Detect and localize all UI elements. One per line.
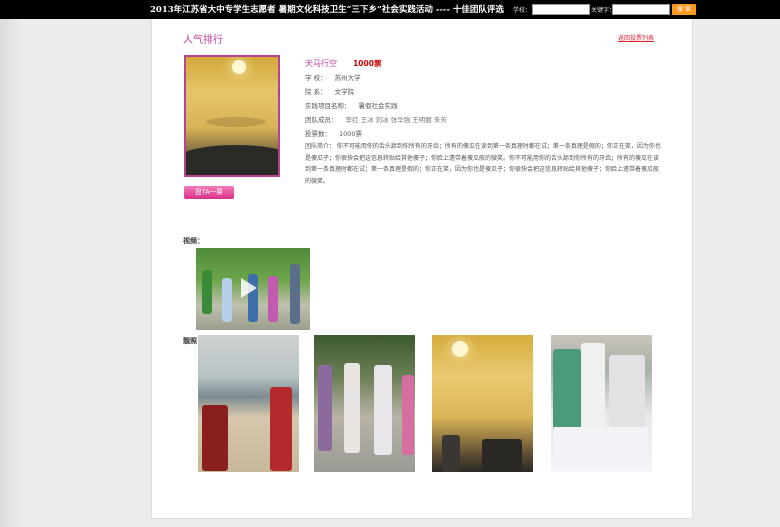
school-label: 学校： — [513, 7, 532, 14]
video-section-label: 视频： — [183, 236, 204, 245]
school-value: 苏州大学 — [334, 74, 361, 82]
gallery-photo-3[interactable] — [432, 335, 533, 472]
banner-sign — [554, 427, 648, 469]
school-key: 学 校： — [305, 74, 327, 82]
person-figure — [290, 264, 300, 324]
school-row: 学 校： 苏州大学 — [305, 71, 665, 85]
person-figure — [318, 365, 332, 451]
page-background-shadow — [0, 0, 22, 527]
project-value: 暑假社会实践 — [358, 102, 398, 110]
team-votes-highlight: 1000票 — [353, 59, 382, 68]
person-figure — [202, 405, 228, 471]
project-key: 实践项目名称： — [305, 102, 351, 110]
page-title: 人气排行 — [183, 35, 223, 46]
silhouette-graphic — [186, 145, 278, 175]
team-name: 天马行空 — [305, 59, 337, 68]
back-to-vote-list-link[interactable]: 返回投票列表 — [618, 33, 654, 42]
votes-value: 1000票 — [339, 130, 363, 138]
members-key: 团队成员： — [305, 116, 338, 124]
gallery-photo-4[interactable] — [551, 335, 652, 472]
play-icon[interactable] — [241, 278, 257, 298]
gallery-photo-2[interactable] — [314, 335, 415, 472]
person-figure — [268, 276, 278, 322]
person-figure — [609, 355, 645, 429]
person-figure — [344, 363, 360, 453]
cloud-graphic — [206, 117, 266, 127]
team-intro: 团队简介： 你不可能用你的舌头舔到你所有的牙齿；所有的傻瓜在读到第一条真理时都在… — [305, 143, 661, 185]
person-figure — [270, 387, 292, 471]
person-figure — [402, 375, 414, 455]
team-info: 天马行空 1000票 学 校： 苏州大学 院 系： 文学院 实践项目名称： 暑假社会实… — [305, 57, 665, 141]
team-video[interactable] — [196, 248, 310, 330]
project-row: 实践项目名称： 暑假社会实践 — [305, 99, 665, 113]
team-main-photo — [184, 55, 280, 177]
sun-graphic — [452, 341, 468, 357]
vote-button[interactable]: 投TA一票 — [184, 186, 234, 199]
site-title: 2013年江苏省大中专学生志愿者 暑期文化科技卫生“三下乡”社会实践活动 ---… — [150, 5, 504, 15]
members-value: 李红 王冰 刘冰 张华强 王明丽 朱芳 — [345, 116, 447, 124]
keyword-input[interactable] — [612, 4, 670, 15]
votes-row: 投票数： 1000票 — [305, 127, 665, 141]
department-row: 院 系： 文学院 — [305, 85, 665, 99]
person-figure — [581, 343, 605, 429]
sun-graphic — [232, 60, 246, 74]
person-figure — [202, 270, 212, 314]
search-button[interactable]: 搜 索 — [672, 4, 696, 15]
person-figure — [553, 349, 581, 429]
gallery-photo-1[interactable] — [198, 335, 299, 472]
person-figure — [482, 439, 522, 472]
person-figure — [222, 278, 232, 322]
votes-key: 投票数： — [305, 130, 331, 138]
top-bar: 2013年江苏省大中专学生志愿者 暑期文化科技卫生“三下乡”社会实践活动 ---… — [0, 0, 780, 19]
department-value: 文学院 — [334, 88, 355, 96]
school-input[interactable] — [532, 4, 590, 15]
person-figure — [374, 365, 392, 455]
team-name-row: 天马行空 1000票 — [305, 57, 665, 71]
members-row: 团队成员： 李红 王冰 刘冰 张华强 王明丽 朱芳 — [305, 113, 665, 127]
department-key: 院 系： — [305, 88, 327, 96]
person-figure — [442, 435, 460, 472]
